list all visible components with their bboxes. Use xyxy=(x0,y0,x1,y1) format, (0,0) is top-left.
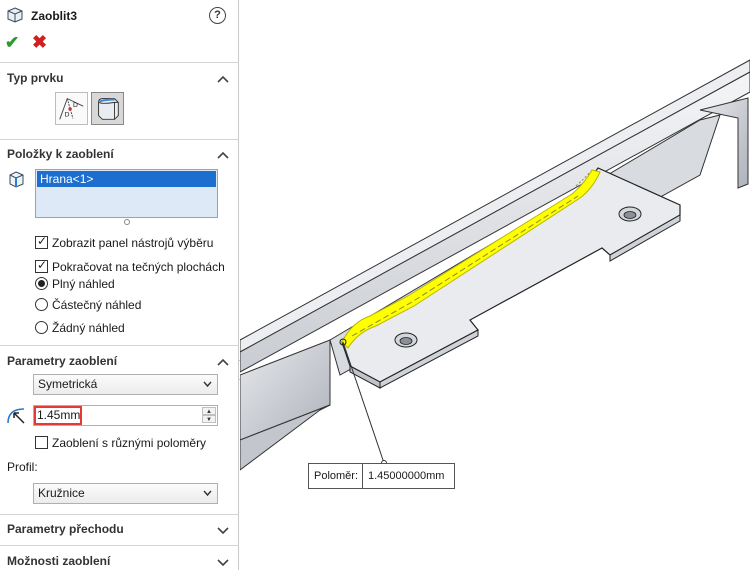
edge-selection-list[interactable]: Hrana<1> xyxy=(35,169,218,218)
cancel-icon[interactable]: ✖ xyxy=(32,32,47,53)
section-header-prechod[interactable]: Parametry přechodu xyxy=(7,522,124,536)
chevron-up-icon[interactable] xyxy=(217,73,229,83)
no-preview-label: Žádný náhled xyxy=(52,321,125,335)
chevron-down-icon xyxy=(203,381,212,388)
fillet-method-value: Symetrická xyxy=(38,377,98,391)
multi-radius-label: Zaoblení s různými poloměry xyxy=(52,436,207,450)
show-toolbar-label: Zobrazit panel nástrojů výběru xyxy=(52,236,214,250)
help-icon[interactable]: ? xyxy=(209,7,226,24)
hole-inner xyxy=(623,211,637,219)
ok-icon[interactable]: ✔ xyxy=(5,33,19,53)
profile-value: Kružnice xyxy=(38,486,85,500)
property-manager: Zaoblit3 ? ✔ ✖ Typ prvku D D Položky k z… xyxy=(0,0,239,570)
chevron-up-icon[interactable] xyxy=(217,356,229,366)
constant-size-fillet-icon[interactable] xyxy=(91,92,124,125)
fillet-method-select[interactable]: Symetrická xyxy=(33,374,218,395)
multi-radius-checkbox[interactable] xyxy=(35,436,48,449)
variable-size-fillet-icon[interactable]: D D xyxy=(55,92,88,125)
full-preview-radio[interactable] xyxy=(35,277,48,290)
divider xyxy=(0,345,239,346)
section-header-parametry[interactable]: Parametry zaoblení xyxy=(7,354,117,368)
show-toolbar-checkbox[interactable] xyxy=(35,234,48,249)
spin-up-icon[interactable]: ▲ xyxy=(202,407,216,415)
callout-key: Poloměr: xyxy=(309,464,363,488)
profile-label: Profil: xyxy=(7,460,38,474)
list-item[interactable]: Hrana<1> xyxy=(37,171,216,187)
chevron-down-icon[interactable] xyxy=(217,524,229,535)
tangent-propagation-checkbox[interactable] xyxy=(35,258,48,273)
profile-select[interactable]: Kružnice xyxy=(33,483,218,504)
feature-title: Zaoblit3 xyxy=(31,9,78,23)
edge-selection-icon xyxy=(9,171,24,188)
divider xyxy=(0,139,239,140)
hole-inner xyxy=(399,337,413,345)
partial-preview-label: Částečný náhled xyxy=(52,298,142,312)
chevron-down-icon[interactable] xyxy=(217,556,229,567)
resize-grip[interactable] xyxy=(124,219,130,225)
divider xyxy=(0,545,239,546)
part-icon xyxy=(7,7,23,23)
radius-icon xyxy=(7,408,25,424)
callout-value[interactable]: 1.45000000mm xyxy=(368,464,444,488)
full-preview-label: Plný náhled xyxy=(52,277,115,291)
radius-spinner[interactable]: ▲ ▼ xyxy=(202,407,216,424)
radius-callout[interactable]: Poloměr: 1.45000000mm xyxy=(308,463,455,489)
divider xyxy=(0,514,239,515)
svg-text:D: D xyxy=(73,101,78,109)
spin-down-icon[interactable]: ▼ xyxy=(202,415,216,423)
section-header-polozky[interactable]: Položky k zaoblení xyxy=(7,147,114,161)
no-preview-radio[interactable] xyxy=(35,321,48,334)
svg-text:D: D xyxy=(64,110,69,118)
title-row: Zaoblit3 ? xyxy=(0,0,239,30)
section-header-moznosti[interactable]: Možnosti zaoblení xyxy=(7,554,110,568)
radius-input[interactable]: 1.45mm ▲ ▼ xyxy=(33,405,218,426)
section-header-typ-prvku[interactable]: Typ prvku xyxy=(7,71,63,85)
chevron-down-icon xyxy=(203,490,212,497)
chevron-up-icon[interactable] xyxy=(217,149,229,159)
divider xyxy=(0,62,239,63)
tangent-propagation-label: Pokračovat na tečných plochách xyxy=(52,260,225,274)
radius-value[interactable]: 1.45mm xyxy=(34,406,82,425)
partial-preview-radio[interactable] xyxy=(35,298,48,311)
